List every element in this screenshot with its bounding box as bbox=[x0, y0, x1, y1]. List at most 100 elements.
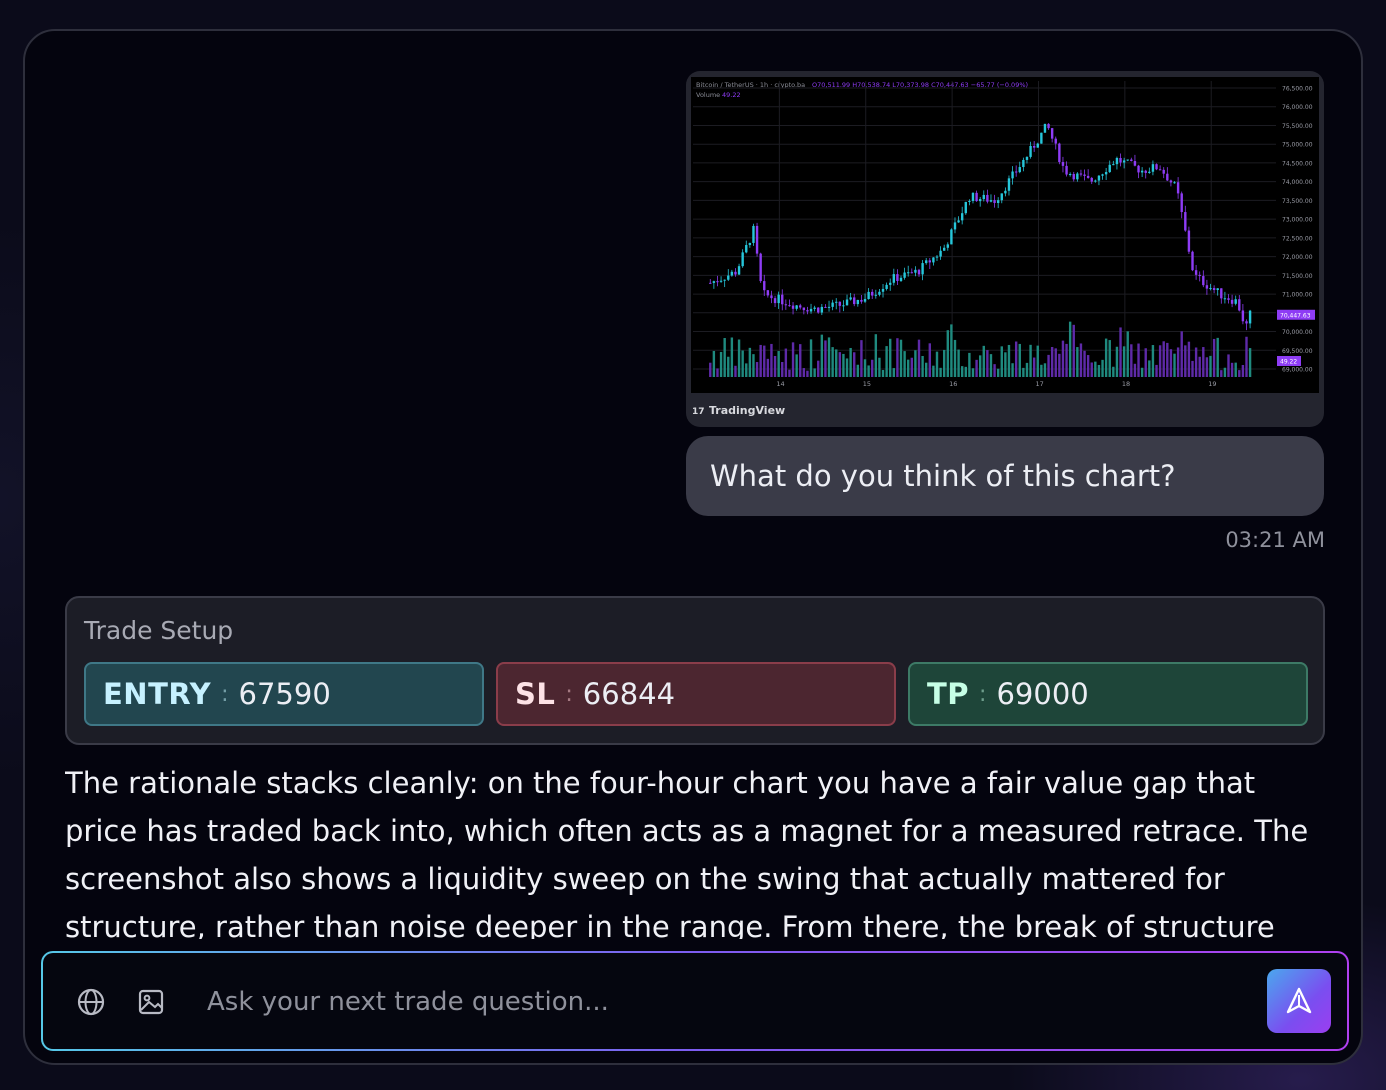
candle-body bbox=[975, 192, 978, 202]
candle-body bbox=[1241, 310, 1245, 322]
candle-body bbox=[1227, 298, 1230, 300]
candle-body bbox=[1187, 230, 1191, 252]
volume-bar bbox=[971, 368, 975, 377]
volume-bar bbox=[1115, 346, 1119, 377]
candle-body bbox=[1101, 174, 1104, 176]
trade-setup-title: Trade Setup bbox=[84, 616, 234, 645]
candle-body bbox=[737, 266, 741, 275]
volume-bar bbox=[813, 368, 816, 377]
candle-body bbox=[1122, 160, 1126, 163]
chart-volume-label: Volume bbox=[696, 91, 720, 99]
volume-bar bbox=[1169, 349, 1173, 377]
volume-bar bbox=[723, 338, 726, 377]
volume-bar bbox=[1223, 367, 1227, 377]
volume-bar bbox=[781, 362, 784, 377]
volume-bar bbox=[928, 343, 931, 377]
candle-body bbox=[856, 299, 860, 305]
chart-y-tick-label: 69,000.00 bbox=[1282, 367, 1313, 374]
send-button[interactable] bbox=[1267, 969, 1331, 1033]
volume-bar bbox=[1007, 344, 1011, 377]
candle-body bbox=[1194, 270, 1198, 275]
volume-bar bbox=[1151, 345, 1155, 377]
volume-bar bbox=[827, 337, 831, 377]
chart-attachment[interactable]: Bitcoin / TetherUS · 1h · crypto.ba O70,… bbox=[686, 71, 1324, 427]
volume-bar bbox=[1000, 346, 1003, 377]
volume-bar bbox=[1068, 321, 1072, 377]
candle-body bbox=[978, 199, 982, 202]
candle-body bbox=[1209, 288, 1212, 290]
volume-bar bbox=[806, 370, 809, 377]
candle-body bbox=[748, 242, 752, 246]
volume-bar bbox=[921, 355, 924, 377]
volume-bar bbox=[1126, 331, 1129, 377]
volume-bar bbox=[1040, 364, 1043, 377]
candle-body bbox=[996, 200, 1000, 203]
candle-body bbox=[1040, 132, 1043, 144]
candle-body bbox=[1011, 171, 1014, 179]
chart-y-tick-label: 71,000.00 bbox=[1282, 292, 1313, 299]
volume-bar bbox=[1140, 367, 1144, 377]
volume-bar bbox=[1180, 331, 1183, 377]
volume-bar bbox=[799, 344, 802, 377]
volume-bar bbox=[1076, 347, 1079, 377]
candle-body bbox=[1205, 285, 1209, 289]
candle-body bbox=[1065, 165, 1068, 175]
volume-bar bbox=[842, 353, 845, 377]
candle-body bbox=[831, 302, 834, 307]
candle-body bbox=[960, 213, 964, 221]
take-profit-pill: TP : 69000 bbox=[908, 662, 1308, 726]
chart-x-tick-label: 18 bbox=[1122, 380, 1130, 388]
volume-bar bbox=[752, 354, 755, 377]
volume-bar bbox=[1004, 352, 1007, 377]
candle-body bbox=[1061, 162, 1065, 166]
candle-body bbox=[968, 200, 971, 202]
candle-body bbox=[781, 294, 784, 305]
chart-y-tick-label: 73,000.00 bbox=[1282, 217, 1313, 224]
volume-bar bbox=[777, 351, 780, 377]
volume-bar bbox=[1050, 346, 1054, 377]
volume-bar bbox=[1036, 345, 1039, 377]
candle-body bbox=[784, 304, 788, 306]
stop-loss-pill: SL : 66844 bbox=[496, 662, 896, 726]
volume-bar bbox=[1176, 347, 1180, 377]
candle-body bbox=[1112, 164, 1115, 166]
image-icon[interactable] bbox=[135, 986, 167, 1018]
candle-body bbox=[1076, 173, 1079, 180]
candle-body bbox=[1166, 173, 1169, 181]
candle-body bbox=[1104, 172, 1108, 175]
candle-body bbox=[1004, 190, 1007, 194]
volume-bar bbox=[863, 359, 867, 377]
volume-bar bbox=[946, 330, 949, 377]
candle-body bbox=[766, 290, 770, 296]
volume-bar bbox=[935, 351, 939, 377]
candle-body bbox=[867, 291, 870, 300]
globe-icon[interactable] bbox=[75, 986, 107, 1018]
candle-body bbox=[863, 299, 867, 302]
chart-y-tick-label: 76,000.00 bbox=[1282, 104, 1313, 111]
candle-body bbox=[723, 279, 726, 281]
volume-bar bbox=[1144, 348, 1147, 377]
chart-y-tick-label: 73,500.00 bbox=[1282, 198, 1313, 205]
assistant-rationale-text: The rationale stacks cleanly: on the fou… bbox=[65, 766, 1309, 939]
candle-body bbox=[1108, 164, 1111, 173]
candle-body bbox=[1169, 180, 1173, 183]
volume-bar bbox=[889, 338, 892, 377]
volume-bar bbox=[795, 354, 798, 377]
volume-bar bbox=[1108, 340, 1111, 377]
volume-bar bbox=[759, 344, 762, 377]
volume-bar bbox=[903, 351, 906, 377]
volume-bar bbox=[737, 339, 741, 377]
question-input[interactable] bbox=[205, 975, 1109, 1029]
candle-body bbox=[957, 220, 960, 223]
volume-bar bbox=[1162, 341, 1165, 377]
candle-body bbox=[1058, 143, 1061, 163]
candle-body bbox=[734, 271, 737, 275]
volume-bar bbox=[978, 355, 982, 377]
candle-body bbox=[1238, 299, 1241, 311]
send-arrow-icon bbox=[1286, 987, 1312, 1014]
tp-label: TP bbox=[927, 677, 970, 711]
candle-body bbox=[777, 294, 780, 304]
candle-body bbox=[1032, 145, 1036, 148]
candle-body bbox=[1018, 167, 1021, 173]
candle-body bbox=[881, 288, 885, 292]
